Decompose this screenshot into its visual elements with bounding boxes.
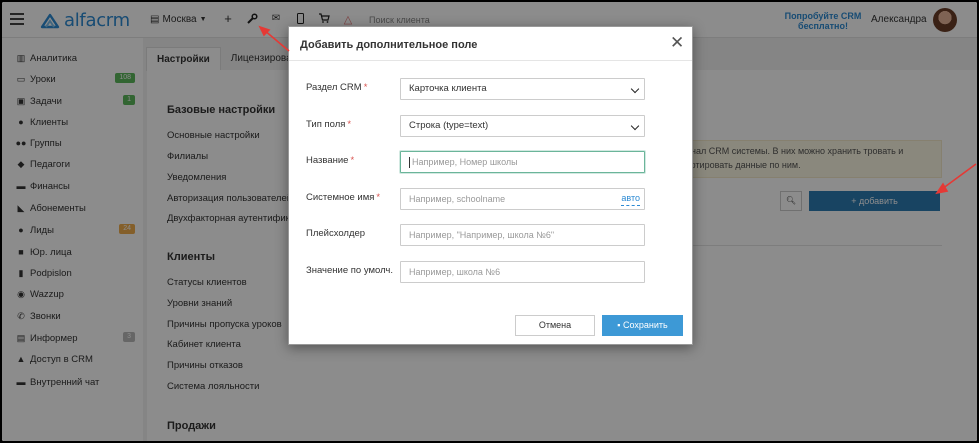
add-custom-field-dialog: Добавить дополнительное поле ✕ Раздел CR… (288, 26, 693, 345)
type-field-label: Тип поля * (306, 119, 352, 130)
default-value-label: Значение по умолч. (306, 265, 394, 276)
select-value: Строка (type=text) (409, 120, 489, 131)
app-window: alfacrm ▤ Москва ▼ + ✉ △ Поиск клиента П… (2, 2, 977, 441)
chevron-down-icon (630, 121, 640, 131)
placeholder-input[interactable]: Например, "Например, школа №6" (400, 224, 645, 246)
system-name-label: Системное имя * (306, 192, 381, 203)
close-icon[interactable]: ✕ (670, 33, 684, 53)
crm-section-select[interactable]: Карточка клиента (400, 78, 645, 100)
chevron-down-icon (630, 84, 640, 94)
save-button[interactable]: ▪ Сохранить (602, 315, 683, 336)
dialog-header: Добавить дополнительное поле ✕ (289, 27, 692, 61)
system-name-input[interactable]: Например, schoolname авто (400, 188, 645, 210)
placeholder-label: Плейсхолдер (306, 228, 366, 239)
field-type-select[interactable]: Строка (type=text) (400, 115, 645, 137)
default-value-input[interactable]: Например, школа №6 (400, 261, 645, 283)
text-cursor (409, 157, 410, 168)
dialog-title: Добавить дополнительное поле (300, 39, 478, 51)
name-field-label: Название * (306, 155, 355, 166)
section-field-label: Раздел CRM * (306, 82, 368, 93)
cancel-button[interactable]: Отмена (515, 315, 595, 336)
select-value: Карточка клиента (409, 83, 487, 94)
auto-generate-link[interactable]: авто (621, 192, 640, 206)
name-input[interactable]: Например, Номер школы (400, 151, 645, 173)
